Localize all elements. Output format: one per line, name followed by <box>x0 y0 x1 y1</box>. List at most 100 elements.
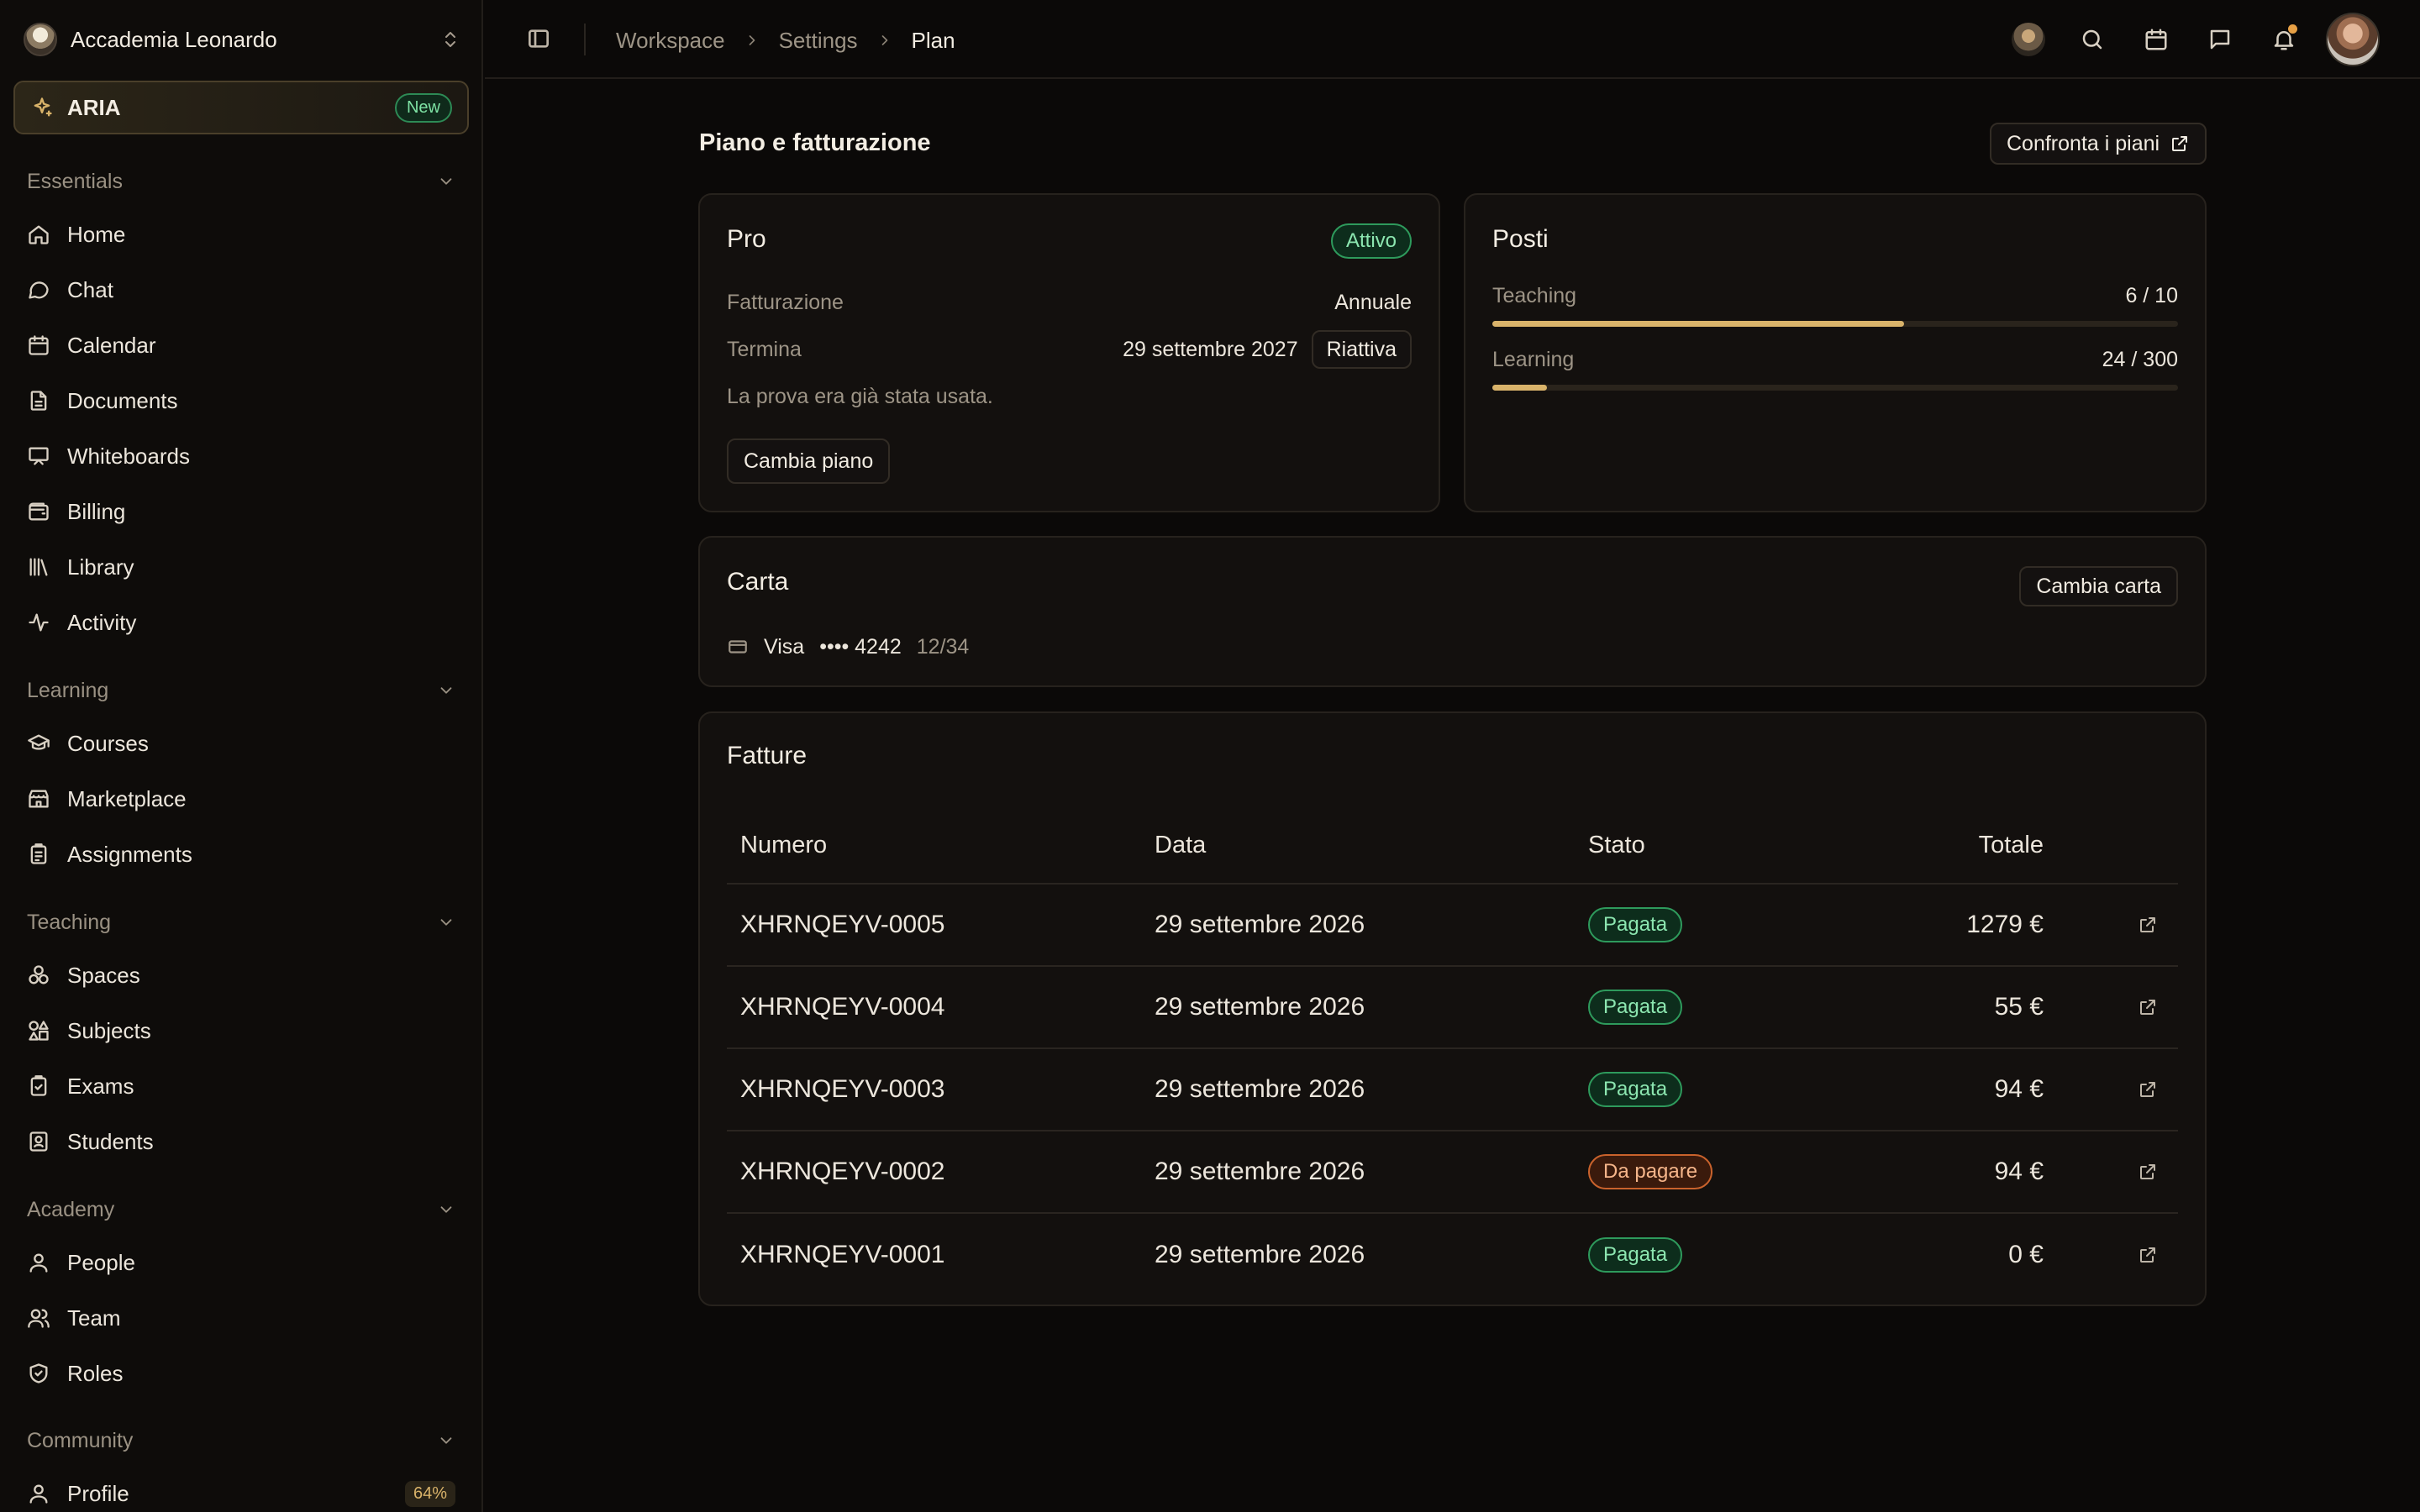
messages-button[interactable] <box>2195 14 2245 65</box>
workspace-avatar <box>2012 23 2045 56</box>
open-invoice-button[interactable] <box>2138 1214 2158 1296</box>
chevron-updown-icon <box>440 29 460 50</box>
library-icon <box>27 555 52 579</box>
notifications-button[interactable] <box>2259 14 2309 65</box>
end-date-value: 29 settembre 2027 <box>1123 337 1298 361</box>
calendar-button[interactable] <box>2131 14 2181 65</box>
top-bar: Workspace Settings Plan <box>485 0 2420 79</box>
sidebar-item-whiteboards[interactable]: Whiteboards <box>27 436 455 476</box>
section-academy[interactable]: Academy <box>27 1193 455 1226</box>
sidebar-item-chat[interactable]: Chat <box>27 270 455 310</box>
workspace-switcher[interactable]: Accademia Leonardo <box>24 20 460 59</box>
status-badge: Pagata <box>1588 990 1683 1025</box>
user-menu-button[interactable] <box>2323 13 2383 66</box>
section-essentials[interactable]: Essentials <box>27 165 455 198</box>
sidebar-item-spaces[interactable]: Spaces <box>27 955 455 995</box>
breadcrumb-workspace[interactable]: Workspace <box>616 28 725 54</box>
open-invoice-button[interactable] <box>2138 1131 2158 1212</box>
aria-button[interactable]: ARIA New <box>13 81 469 134</box>
invoice-number: XHRNQEYV-0002 <box>740 1158 945 1185</box>
seat-progress-fill <box>1492 385 1548 391</box>
invoice-status-cell: Pagata <box>1588 1214 1683 1296</box>
breadcrumb-plan: Plan <box>911 27 955 53</box>
sidebar-item-people[interactable]: People <box>27 1242 455 1283</box>
invoice-status-cell: Pagata <box>1588 1049 1683 1130</box>
sidebar-item-subjects[interactable]: Subjects <box>27 1011 455 1051</box>
breadcrumb-settings[interactable]: Settings <box>779 28 858 54</box>
sidebar-item-courses[interactable]: Courses <box>27 723 455 764</box>
invoice-date: 29 settembre 2026 <box>1155 993 1365 1021</box>
status-badge: Pagata <box>1588 1072 1683 1107</box>
table-row: XHRNQEYV-0003 29 settembre 2026 Pagata 9… <box>727 1049 2178 1131</box>
sidebar-item-billing[interactable]: Billing <box>27 491 455 532</box>
section-learning[interactable]: Learning <box>27 674 455 707</box>
sidebar-item-profile[interactable]: Profile 64% <box>27 1473 455 1512</box>
sidebar-item-students[interactable]: Students <box>27 1121 455 1162</box>
reactivate-button[interactable]: Riattiva <box>1311 330 1412 369</box>
table-row: XHRNQEYV-0001 29 settembre 2026 Pagata 0… <box>727 1214 2178 1296</box>
sidebar-item-marketplace[interactable]: Marketplace <box>27 779 455 819</box>
sidebar-item-label: Spaces <box>67 962 140 988</box>
seat-row-learning: Learning 24 / 300 <box>1492 343 2178 376</box>
open-invoice-button[interactable] <box>2138 1049 2158 1130</box>
calendar-icon <box>27 333 52 357</box>
status-badge: Da pagare <box>1588 1154 1713 1189</box>
sidebar-item-documents[interactable]: Documents <box>27 381 455 421</box>
table-row: XHRNQEYV-0002 29 settembre 2026 Da pagar… <box>727 1131 2178 1214</box>
sidebar-item-roles[interactable]: Roles <box>27 1353 455 1394</box>
column-header-total: Totale <box>1978 831 2044 858</box>
open-invoice-button[interactable] <box>2138 885 2158 965</box>
change-card-button[interactable]: Cambia carta <box>2019 566 2178 606</box>
chevron-down-icon <box>440 1206 452 1213</box>
sidebar-item-assignments[interactable]: Assignments <box>27 834 455 874</box>
seat-label: Teaching <box>1492 283 1577 307</box>
top-bar-actions <box>1990 13 2383 66</box>
section-teaching[interactable]: Teaching <box>27 906 455 939</box>
compare-plans-button[interactable]: Confronta i piani <box>1990 123 2207 165</box>
shield-icon <box>27 1362 52 1385</box>
status-badge: Pagata <box>1588 907 1683 942</box>
sidebar-item-label: Assignments <box>67 841 192 867</box>
new-badge: New <box>394 92 452 123</box>
invoice-number: XHRNQEYV-0003 <box>740 1075 945 1103</box>
invoice-number: XHRNQEYV-0001 <box>740 1241 945 1268</box>
card-expiry: 12/34 <box>916 634 970 659</box>
wallet-icon <box>27 500 52 523</box>
sidebar-item-label: Roles <box>67 1360 124 1386</box>
end-date-label: Termina <box>727 337 802 361</box>
trial-note: La prova era già stata usata. <box>727 384 993 408</box>
sidebar-item-calendar[interactable]: Calendar <box>27 325 455 365</box>
billing-value: Annuale <box>1334 290 1412 314</box>
external-link-icon <box>2140 1247 2155 1263</box>
seat-progress-fill <box>1492 321 1904 327</box>
clipboard-check-icon <box>27 1074 52 1098</box>
section-community[interactable]: Community <box>27 1424 455 1457</box>
seat-value: 6 / 10 <box>2125 283 2178 307</box>
change-plan-button[interactable]: Cambia piano <box>727 438 891 484</box>
chevron-down-icon <box>440 1437 452 1444</box>
sidebar-item-activity[interactable]: Activity <box>27 602 455 643</box>
chevron-right-icon <box>876 32 893 49</box>
open-invoice-button[interactable] <box>2138 967 2158 1047</box>
notification-dot <box>2288 24 2297 34</box>
status-badge: Pagata <box>1588 1237 1683 1273</box>
invoice-total: 94 € <box>1994 1075 2044 1103</box>
sidebar-item-library[interactable]: Library <box>27 547 455 587</box>
sidebar-item-label: Billing <box>67 498 126 524</box>
external-link-icon <box>2140 1082 2155 1097</box>
search-button[interactable] <box>2067 14 2118 65</box>
section-title: Essentials <box>27 169 123 193</box>
card-number: •••• 4242 <box>819 634 902 659</box>
workspace-avatar-button[interactable] <box>2003 14 2054 65</box>
column-header-status: Stato <box>1588 831 1645 858</box>
sidebar-item-label: Activity <box>67 609 137 635</box>
sidebar-toggle-icon[interactable] <box>525 25 552 52</box>
sidebar-item-label: Marketplace <box>67 785 187 811</box>
sidebar-item-exams[interactable]: Exams <box>27 1066 455 1106</box>
sidebar-item-team[interactable]: Team <box>27 1298 455 1338</box>
sidebar-item-label: Home <box>67 221 126 247</box>
payment-card-title: Carta <box>727 568 789 596</box>
sidebar-item-home[interactable]: Home <box>27 214 455 255</box>
chat-icon <box>27 278 52 302</box>
workspace-name: Accademia Leonardo <box>71 26 277 52</box>
